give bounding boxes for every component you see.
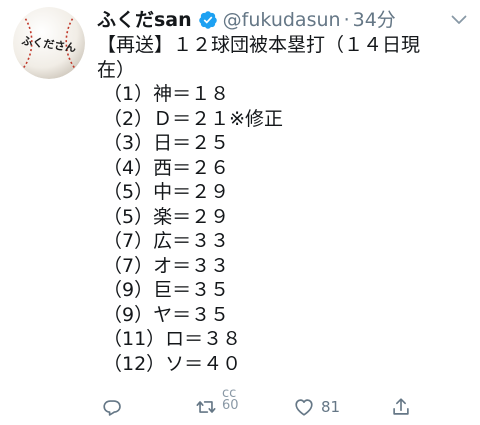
like-count: 81: [321, 398, 341, 416]
like-button[interactable]: 81: [293, 392, 340, 422]
tweet-line: （9）ヤ＝３５: [103, 303, 230, 326]
chevron-down-icon[interactable]: [447, 10, 471, 30]
reply-icon: [103, 400, 121, 416]
tweet-line: （4）西＝２６: [103, 156, 230, 179]
tweet-time[interactable]: 34分: [353, 6, 396, 34]
avatar[interactable]: ふくださん: [13, 7, 85, 79]
tweet: ふくださん ふくだsan @fukudasun · 34分 【再送】１２球団被本…: [0, 0, 480, 425]
tweet-line: （1）神＝１８: [103, 83, 230, 105]
tweet-actions: ᴄᴄ 60 81: [97, 387, 427, 422]
share-button[interactable]: [390, 392, 412, 422]
heart-icon: [295, 399, 313, 416]
tweet-line: （5）中＝２９: [103, 181, 230, 203]
tweet-line: （11）ロ＝３８: [103, 328, 242, 350]
reply-button[interactable]: [101, 392, 123, 422]
tweet-text: 【再送】１２球団被本塁打（１４日現 在） （1）神＝１８ （2）Ｄ＝２１※修正 …: [97, 33, 472, 376]
tweet-line: 【再送】１２球団被本塁打（１４日現: [97, 34, 421, 56]
verified-badge-icon: [198, 10, 218, 30]
tweet-line: （7）オ＝３３: [103, 254, 230, 277]
tweet-line: （9）巨＝３５: [103, 279, 230, 301]
user-handle[interactable]: @fukudasun: [223, 6, 341, 34]
tweet-line: （5）楽＝２９: [103, 205, 230, 228]
separator-dot: ·: [343, 9, 350, 31]
display-name[interactable]: ふくだsan: [97, 6, 192, 34]
tweet-header: ふくだsan @fukudasun · 34分: [97, 6, 396, 34]
share-icon: [393, 398, 409, 415]
retweet-count-bottom: 60: [222, 398, 239, 413]
retweet-count: ᴄᴄ 60: [222, 387, 239, 413]
tweet-line: （7）広＝３３: [103, 230, 230, 252]
tweet-line: （2）Ｄ＝２１※修正: [103, 107, 284, 130]
baseball-avatar-icon: ふくださん: [13, 7, 85, 79]
tweet-line: （12）ソ＝４０: [103, 352, 242, 375]
tweet-line: 在）: [97, 58, 136, 81]
tweet-line: （3）日＝２５: [103, 132, 230, 154]
retweet-icon: [196, 401, 216, 413]
retweet-button[interactable]: ᴄᴄ 60: [194, 387, 239, 422]
